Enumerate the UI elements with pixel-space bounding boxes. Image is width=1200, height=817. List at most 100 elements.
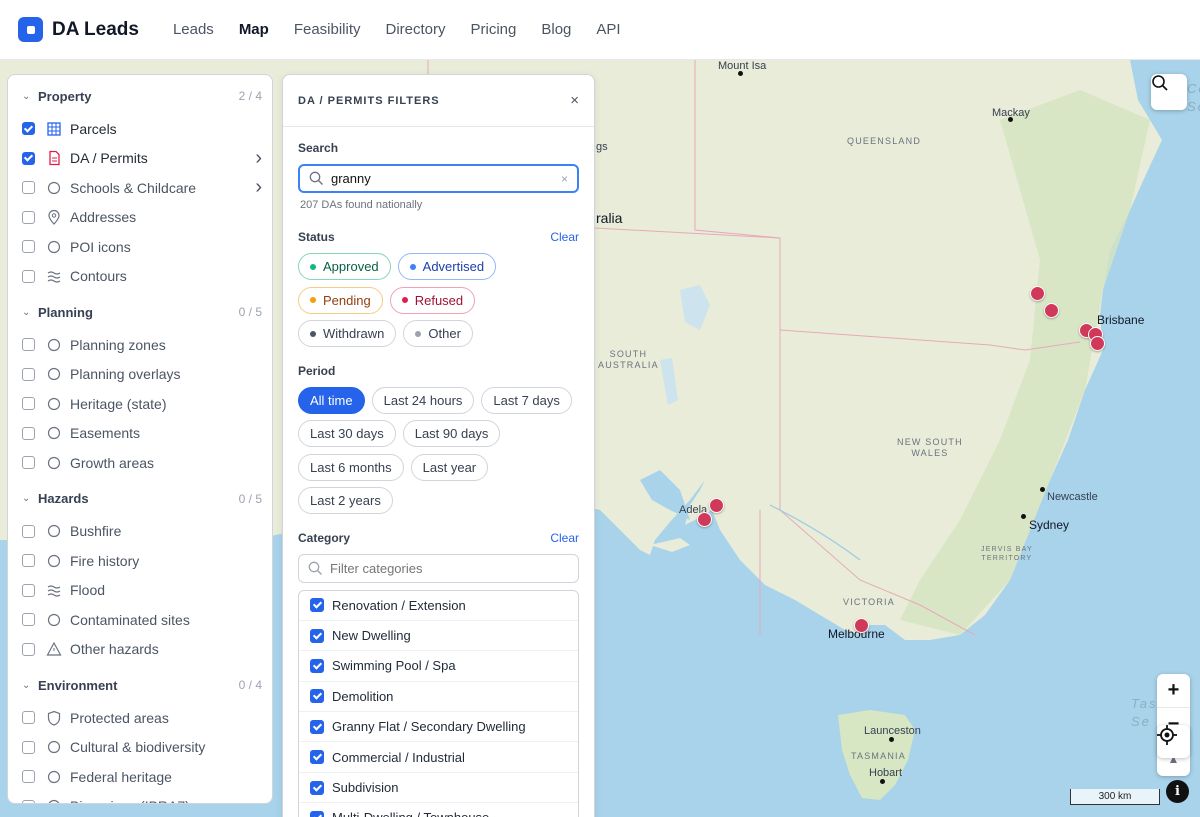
category-item[interactable]: Swimming Pool / Spa bbox=[299, 651, 578, 682]
layer-item-contours[interactable]: Contours bbox=[8, 262, 272, 292]
layer-checkbox[interactable] bbox=[22, 338, 35, 352]
layer-checkbox[interactable] bbox=[22, 711, 35, 725]
da-pin[interactable] bbox=[697, 512, 712, 527]
search-field[interactable]: × bbox=[298, 164, 579, 193]
layer-checkbox[interactable] bbox=[22, 554, 35, 568]
category-checkbox[interactable] bbox=[310, 810, 324, 817]
layer-item-federal-heritage[interactable]: Federal heritage bbox=[8, 762, 272, 792]
status-chip-pending[interactable]: Pending bbox=[298, 286, 383, 314]
layer-checkbox[interactable] bbox=[22, 583, 35, 597]
chevron-right-icon[interactable]: › bbox=[255, 176, 262, 199]
layer-group-environment[interactable]: ⌄ Environment 0 / 4 bbox=[22, 674, 262, 696]
layer-item-contaminated-sites[interactable]: Contaminated sites bbox=[8, 605, 272, 635]
layer-item-addresses[interactable]: Addresses bbox=[8, 203, 272, 233]
layer-item-planning-zones[interactable]: Planning zones bbox=[8, 330, 272, 360]
attribution-info-button[interactable]: i bbox=[1166, 780, 1189, 803]
category-filter-field[interactable] bbox=[298, 553, 579, 583]
layer-checkbox[interactable] bbox=[22, 181, 35, 195]
clear-search-icon[interactable]: × bbox=[561, 172, 568, 186]
category-item[interactable]: Subdivision bbox=[299, 773, 578, 804]
category-item[interactable]: Granny Flat / Secondary Dwelling bbox=[299, 712, 578, 743]
layer-checkbox[interactable] bbox=[22, 613, 35, 627]
layer-checkbox[interactable] bbox=[22, 151, 35, 165]
da-pin[interactable] bbox=[854, 618, 869, 633]
layer-item-heritage-state-[interactable]: Heritage (state) bbox=[8, 389, 272, 419]
layer-item-protected-areas[interactable]: Protected areas bbox=[8, 703, 272, 733]
layer-checkbox[interactable] bbox=[22, 240, 35, 254]
layer-checkbox[interactable] bbox=[22, 642, 35, 656]
layer-item-other-hazards[interactable]: Other hazards bbox=[8, 635, 272, 665]
layer-checkbox[interactable] bbox=[22, 210, 35, 224]
layer-checkbox[interactable] bbox=[22, 524, 35, 538]
category-item[interactable]: New Dwelling bbox=[299, 621, 578, 652]
period-chip-last-year[interactable]: Last year bbox=[410, 453, 489, 481]
category-checkbox[interactable] bbox=[310, 658, 324, 673]
layer-checkbox[interactable] bbox=[22, 799, 35, 803]
layer-item-bushfire[interactable]: Bushfire bbox=[8, 517, 272, 547]
layer-checkbox[interactable] bbox=[22, 426, 35, 440]
layer-item-poi-icons[interactable]: POI icons bbox=[8, 232, 272, 262]
layer-item-planning-overlays[interactable]: Planning overlays bbox=[8, 360, 272, 390]
period-chip-last-30-days[interactable]: Last 30 days bbox=[298, 420, 396, 447]
period-chip-last-2-years[interactable]: Last 2 years bbox=[298, 487, 393, 514]
period-chip-last-6-months[interactable]: Last 6 months bbox=[298, 453, 404, 481]
layer-group-hazards[interactable]: ⌄ Hazards 0 / 5 bbox=[22, 488, 262, 510]
status-chip-approved[interactable]: Approved bbox=[298, 253, 391, 280]
layer-checkbox[interactable] bbox=[22, 456, 35, 470]
da-pin[interactable] bbox=[1044, 303, 1059, 318]
status-clear-link[interactable]: Clear bbox=[550, 230, 579, 244]
layer-group-planning[interactable]: ⌄ Planning 0 / 5 bbox=[22, 301, 262, 323]
status-chip-other[interactable]: Other bbox=[403, 320, 473, 347]
period-chip-all-time[interactable]: All time bbox=[298, 386, 365, 414]
layer-item-da-permits[interactable]: DA / Permits › bbox=[8, 144, 272, 174]
nav-item-map[interactable]: Map bbox=[239, 21, 269, 38]
status-chip-refused[interactable]: Refused bbox=[389, 286, 476, 314]
status-chip-advertised[interactable]: Advertised bbox=[397, 253, 497, 280]
period-chip-last-24-hours[interactable]: Last 24 hours bbox=[371, 386, 475, 414]
layer-checkbox[interactable] bbox=[22, 770, 35, 784]
layer-checkbox[interactable] bbox=[22, 269, 35, 283]
nav-item-blog[interactable]: Blog bbox=[541, 21, 571, 38]
nav-item-directory[interactable]: Directory bbox=[386, 21, 446, 38]
category-checkbox[interactable] bbox=[310, 719, 324, 734]
layer-item-fire-history[interactable]: Fire history bbox=[8, 546, 272, 576]
da-pin[interactable] bbox=[709, 498, 724, 513]
nav-item-pricing[interactable]: Pricing bbox=[471, 21, 517, 38]
layer-item-cultural-biodiversity[interactable]: Cultural & biodiversity bbox=[8, 733, 272, 763]
nav-item-api[interactable]: API bbox=[596, 21, 620, 38]
zoom-in-button[interactable]: + bbox=[1157, 674, 1190, 708]
geolocate-button[interactable] bbox=[1157, 725, 1190, 758]
layer-item-easements[interactable]: Easements bbox=[8, 419, 272, 449]
period-chip-last-90-days[interactable]: Last 90 days bbox=[402, 420, 501, 447]
layer-item-growth-areas[interactable]: Growth areas bbox=[8, 448, 272, 478]
category-item[interactable]: Commercial / Industrial bbox=[299, 742, 578, 773]
category-checkbox[interactable] bbox=[310, 780, 324, 795]
da-pin[interactable] bbox=[1090, 336, 1105, 351]
layer-checkbox[interactable] bbox=[22, 397, 35, 411]
layer-item-parcels[interactable]: Parcels bbox=[8, 114, 272, 144]
search-input[interactable] bbox=[331, 171, 561, 186]
layer-checkbox[interactable] bbox=[22, 367, 35, 381]
layer-item-flood[interactable]: Flood bbox=[8, 576, 272, 606]
map-search-button[interactable] bbox=[1151, 74, 1187, 110]
category-checkbox[interactable] bbox=[310, 750, 324, 765]
layer-checkbox[interactable] bbox=[22, 122, 35, 136]
status-chip-withdrawn[interactable]: Withdrawn bbox=[298, 320, 397, 347]
layer-checkbox[interactable] bbox=[22, 740, 35, 754]
category-item[interactable]: Demolition bbox=[299, 682, 578, 713]
layer-group-property[interactable]: ⌄ Property 2 / 4 bbox=[22, 85, 262, 107]
period-chip-last-7-days[interactable]: Last 7 days bbox=[481, 386, 572, 414]
category-checkbox[interactable] bbox=[310, 689, 324, 704]
nav-item-feasibility[interactable]: Feasibility bbox=[294, 21, 361, 38]
layer-item-schools-childcare[interactable]: Schools & Childcare › bbox=[8, 173, 272, 203]
category-item[interactable]: Multi-Dwelling / Townhouse bbox=[299, 803, 578, 817]
app-logo[interactable]: DA Leads bbox=[18, 17, 139, 42]
chevron-right-icon[interactable]: › bbox=[255, 147, 262, 170]
category-filter-input[interactable] bbox=[330, 560, 569, 576]
category-checkbox[interactable] bbox=[310, 628, 324, 643]
category-item[interactable]: Renovation / Extension bbox=[299, 591, 578, 621]
close-icon[interactable]: × bbox=[570, 92, 579, 109]
layer-item-bioregions-ibra7-[interactable]: Bioregions (IBRA7) bbox=[8, 792, 272, 803]
category-clear-link[interactable]: Clear bbox=[550, 531, 579, 545]
nav-item-leads[interactable]: Leads bbox=[173, 21, 214, 38]
